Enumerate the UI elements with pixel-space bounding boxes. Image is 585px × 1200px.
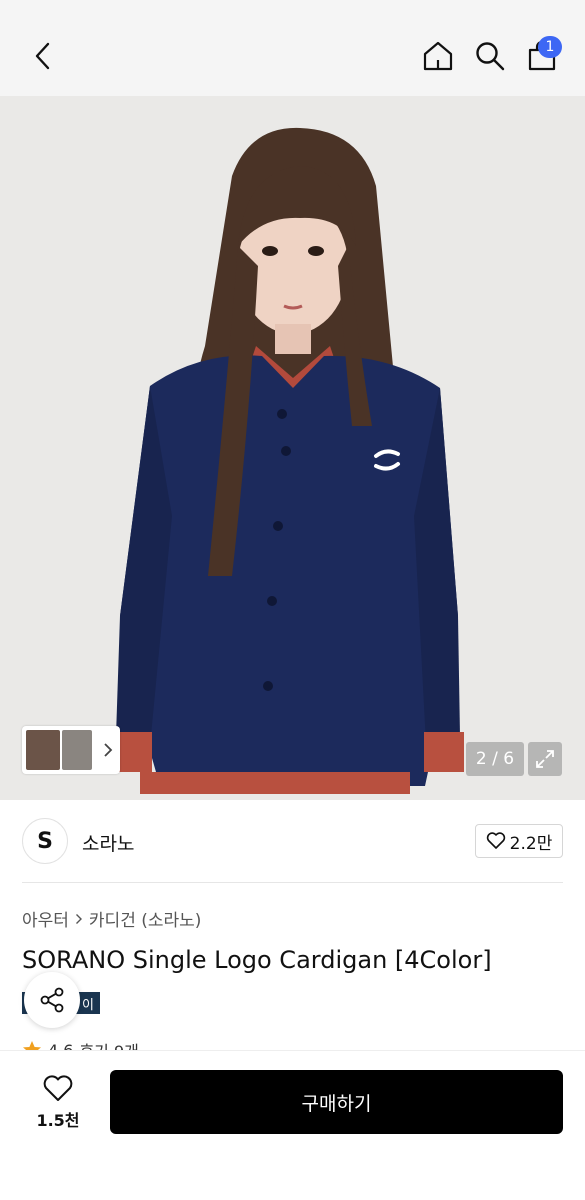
thumbnail-next-button[interactable] — [100, 738, 116, 762]
thumbnail-image[interactable] — [26, 730, 60, 770]
breadcrumb: 아우터 카디건 (소라노) — [22, 906, 201, 931]
search-button[interactable] — [468, 34, 512, 78]
thumbnail-image[interactable] — [62, 730, 92, 770]
chevron-left-icon — [35, 42, 50, 70]
home-icon — [423, 41, 453, 71]
wishlist-count: 1.5천 — [36, 1111, 80, 1130]
expand-icon — [536, 750, 554, 768]
brand-logo-text: S — [37, 828, 53, 854]
chevron-right-icon — [75, 913, 82, 924]
buy-button[interactable]: 구매하기 — [110, 1070, 563, 1134]
model-photo — [0, 96, 585, 800]
heart-icon — [486, 832, 505, 849]
wishlist-button[interactable]: 1.5천 — [22, 1071, 94, 1135]
product-title: SORANO Single Logo Cardigan [4Color] — [22, 946, 492, 974]
image-counter: 2 / 6 — [466, 742, 524, 776]
cart-count-badge: 1 — [538, 36, 562, 58]
bottom-action-bar: 1.5천 구매하기 — [0, 1050, 585, 1200]
home-button[interactable] — [416, 34, 460, 78]
search-icon — [476, 42, 505, 71]
back-button[interactable] — [22, 34, 62, 78]
heart-icon — [43, 1075, 73, 1101]
divider — [22, 882, 563, 883]
top-bar: 1 — [0, 0, 585, 96]
chevron-right-icon — [104, 743, 113, 757]
share-icon — [40, 987, 64, 1013]
brand-logo[interactable]: S — [22, 818, 68, 864]
brand-like-button[interactable]: 2.2만 — [475, 824, 563, 858]
expand-button[interactable] — [528, 742, 562, 776]
brand-name[interactable]: 소라노 — [82, 829, 134, 856]
thumbnail-strip[interactable] — [22, 726, 120, 774]
breadcrumb-item[interactable]: 카디건 (소라노) — [89, 906, 202, 931]
brand-row: S 소라노 2.2만 — [22, 818, 563, 864]
share-button[interactable] — [24, 972, 80, 1028]
product-image[interactable]: 2 / 6 — [0, 96, 585, 800]
product-tag-label: 이 — [82, 997, 94, 1013]
brand-like-count: 2.2만 — [509, 833, 553, 854]
breadcrumb-item[interactable]: 아우터 — [22, 906, 69, 931]
